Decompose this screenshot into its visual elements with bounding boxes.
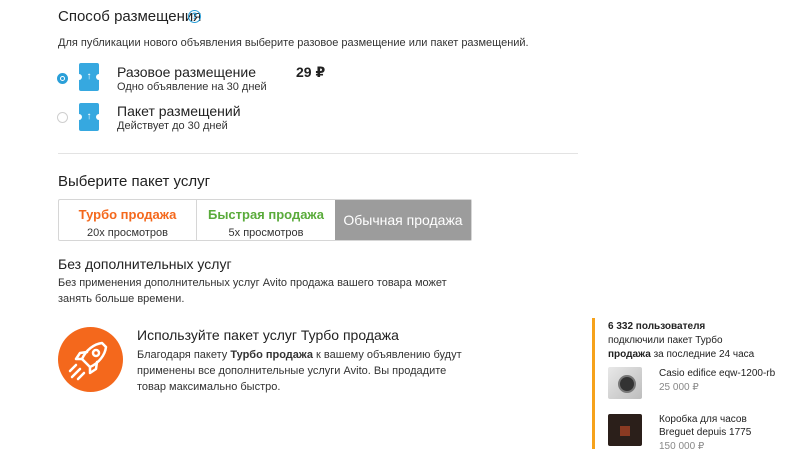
- product-card[interactable]: Коробка для часов Breguet depuis 1775 15…: [659, 413, 779, 452]
- placement-title: Способ размещения: [58, 8, 202, 25]
- sidebar-stats: 6 332 пользователя подключили пакет Турб…: [608, 320, 788, 362]
- product-price: 150 000 ₽: [659, 441, 705, 452]
- stats-line2: подключили пакет Турбо: [608, 335, 723, 346]
- product-thumbnail[interactable]: [608, 367, 642, 399]
- product-price: 25 000 ₽: [659, 382, 699, 393]
- package-regular[interactable]: Обычная продажа: [335, 200, 471, 240]
- radio-single-placement[interactable]: [57, 73, 68, 84]
- users-count: 6 332 пользователя: [608, 321, 706, 332]
- rocket-icon: [58, 327, 123, 392]
- product-name[interactable]: Коробка для часов Breguet depuis 1775: [659, 413, 779, 439]
- promo-text-part1: Благодаря пакету: [137, 349, 231, 361]
- option-subtitle-package: Действует до 30 дней: [117, 120, 228, 132]
- stats-line3: продажа за последние 24 часа: [608, 348, 788, 362]
- help-icon[interactable]: ?: [188, 10, 201, 23]
- package-regular-name: Обычная продажа: [343, 212, 463, 228]
- price-single: 29 ₽: [296, 64, 326, 80]
- option-title-single[interactable]: Разовое размещение: [117, 64, 256, 80]
- product-card[interactable]: Casio edifice eqw-1200-rb 25 000 ₽: [659, 367, 779, 393]
- services-title: Выберите пакет услуг: [58, 173, 211, 190]
- placement-subtitle: Для публикации нового объявления выберит…: [58, 37, 529, 49]
- ticket-stack-icon: ↑: [76, 103, 102, 131]
- package-fast[interactable]: Быстрая продажа 5x просмотров: [197, 200, 335, 240]
- product-thumbnail[interactable]: [608, 414, 642, 446]
- no-services-title: Без дополнительных услуг: [58, 256, 232, 272]
- option-title-package[interactable]: Пакет размещений: [117, 103, 241, 119]
- no-services-desc: Без применения дополнительных услуг Avit…: [58, 277, 447, 305]
- package-fast-name: Быстрая продажа: [207, 207, 325, 222]
- divider: [58, 153, 578, 154]
- package-turbo[interactable]: Турбо продажа 20x просмотров: [59, 200, 197, 240]
- promo-text: Благодаря пакету Турбо продажа к вашему …: [137, 347, 467, 395]
- package-turbo-views: 20x просмотров: [86, 227, 169, 239]
- product-name[interactable]: Casio edifice eqw-1200-rb: [659, 367, 779, 380]
- promo-text-bold: Турбо продажа: [230, 349, 313, 361]
- option-subtitle-single: Одно объявление на 30 дней: [117, 81, 267, 93]
- package-fast-views: 5x просмотров: [228, 227, 304, 239]
- package-selector: Турбо продажа 20x просмотров Быстрая про…: [58, 199, 472, 241]
- stats-line3-rest: за последние 24 часа: [650, 349, 755, 360]
- package-turbo-name: Турбо продажа: [78, 207, 177, 222]
- promo-title: Используйте пакет услуг Турбо продажа: [137, 327, 399, 343]
- sidebar-accent: [592, 318, 595, 449]
- ticket-icon: ↑: [76, 63, 102, 91]
- stats-line3-bold: продажа: [608, 349, 651, 360]
- radio-package-placement[interactable]: [57, 112, 68, 123]
